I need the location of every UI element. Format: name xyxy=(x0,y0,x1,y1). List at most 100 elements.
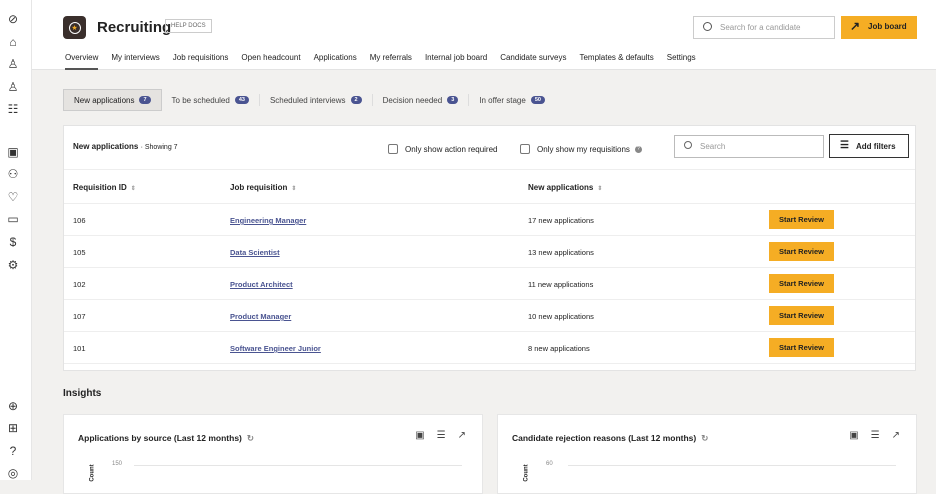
expand-icon[interactable]: ↗ xyxy=(458,430,466,441)
filter-icon[interactable]: ☰ xyxy=(871,430,880,441)
tab-my-referrals[interactable]: My referrals xyxy=(370,53,412,70)
job-requisition-link[interactable]: Software Engineer Junior xyxy=(230,344,321,353)
requisition-id: 107 xyxy=(73,312,86,321)
globe-icon[interactable]: ⊕ xyxy=(6,399,20,413)
sort-icon[interactable]: ⇕ xyxy=(131,186,136,192)
page-title: Recruiting xyxy=(97,19,171,36)
only-my-requisitions-checkbox[interactable]: Only show my requisitions? xyxy=(520,144,642,154)
help-icon[interactable]: ? xyxy=(6,444,20,458)
laptop-icon[interactable]: ▭ xyxy=(6,212,20,226)
dollar-icon[interactable]: $ xyxy=(6,235,20,249)
add-person-icon[interactable]: ♙ xyxy=(6,57,20,71)
table-row: 101 Software Engineer Junior 8 new appli… xyxy=(64,332,915,364)
refresh-icon[interactable]: ↻ xyxy=(247,433,254,443)
help-icon[interactable]: ? xyxy=(635,146,642,153)
calendar-icon[interactable]: ▣ xyxy=(415,430,424,441)
start-review-button[interactable]: Start Review xyxy=(769,338,834,357)
tab-overview[interactable]: Overview xyxy=(65,53,98,70)
sidebar: ⊘ ⌂ ♙ ♙ ☷ ▣ ⚇ ♡ ▭ $ ⚙ ⊕ ⊞ ? ◎ xyxy=(0,0,32,480)
check-circle-icon[interactable]: ⊘ xyxy=(6,12,20,26)
add-filters-button[interactable]: ☰Add filters xyxy=(829,134,909,158)
sort-icon[interactable]: ⇕ xyxy=(597,186,602,192)
new-applications-count: 10 new applications xyxy=(528,312,594,321)
stage-new-applications[interactable]: New applications 7 xyxy=(63,89,162,111)
job-board-label: Job board xyxy=(868,22,907,31)
count-badge: 50 xyxy=(531,96,545,104)
job-requisition-link[interactable]: Engineering Manager xyxy=(230,216,306,225)
search-icon xyxy=(684,141,692,149)
tab-internal-job-board[interactable]: Internal job board xyxy=(425,53,487,70)
table-header: Requisition ID⇕ Job requisition⇕ New app… xyxy=(64,169,915,204)
column-job-requisition[interactable]: Job requisition⇕ xyxy=(230,183,296,192)
refresh-icon[interactable]: ↻ xyxy=(701,433,708,443)
support-icon[interactable]: ◎ xyxy=(6,466,20,480)
job-board-button[interactable]: ↗ Job board xyxy=(841,16,917,39)
tab-settings[interactable]: Settings xyxy=(667,53,696,70)
start-review-button[interactable]: Start Review xyxy=(769,274,834,293)
home-icon[interactable]: ⌂ xyxy=(6,35,20,49)
sort-icon[interactable]: ⇕ xyxy=(291,186,296,192)
tab-job-requisitions[interactable]: Job requisitions xyxy=(173,53,229,70)
chart-tools: ▣ ☰ ↗ xyxy=(415,430,466,441)
start-review-button[interactable]: Start Review xyxy=(769,242,834,261)
stage-scheduled-interviews[interactable]: Scheduled interviews 2 xyxy=(260,94,373,106)
stage-decision-needed[interactable]: Decision needed3 xyxy=(373,94,470,106)
only-action-required-checkbox[interactable]: Only show action required xyxy=(388,144,498,154)
candidate-search-input[interactable]: Search for a candidate xyxy=(693,16,835,39)
tab-templates-defaults[interactable]: Templates & defaults xyxy=(579,53,653,70)
gridline xyxy=(568,465,896,466)
checkbox-box[interactable] xyxy=(388,144,398,154)
stage-label: New applications xyxy=(74,96,134,105)
column-requisition-id[interactable]: Requisition ID⇕ xyxy=(73,183,136,192)
stage-to-be-scheduled[interactable]: To be scheduled43 xyxy=(162,94,260,106)
stage-label: Scheduled interviews xyxy=(270,96,346,105)
arrow-up-right-icon: ↗ xyxy=(850,19,860,33)
calendar-icon[interactable]: ▣ xyxy=(849,430,858,441)
y-tick: 150 xyxy=(112,461,122,467)
tab-applications[interactable]: Applications xyxy=(314,53,357,70)
tab-candidate-surveys[interactable]: Candidate surveys xyxy=(500,53,566,70)
heart-icon[interactable]: ♡ xyxy=(6,190,20,204)
job-requisition-link[interactable]: Product Manager xyxy=(230,312,291,321)
start-review-button[interactable]: Start Review xyxy=(769,306,834,325)
checkbox-box[interactable] xyxy=(520,144,530,154)
apps-icon[interactable]: ⊞ xyxy=(6,421,20,435)
expand-icon[interactable]: ↗ xyxy=(892,430,900,441)
y-axis-label: Count xyxy=(524,464,530,481)
job-requisition-link[interactable]: Product Architect xyxy=(230,280,293,289)
table-search-input[interactable]: Search xyxy=(674,135,824,158)
chart-title: Candidate rejection reasons (Last 12 mon… xyxy=(512,433,708,444)
column-label: New applications xyxy=(528,183,593,192)
chart-title-text: Applications by source (Last 12 months) xyxy=(78,433,242,443)
count-badge: 2 xyxy=(351,96,362,104)
org-chart-icon[interactable]: ☷ xyxy=(6,102,20,116)
search-placeholder: Search xyxy=(700,142,725,151)
start-review-button[interactable]: Start Review xyxy=(769,210,834,229)
new-applications-card: New applications · Showing 7 Only show a… xyxy=(63,125,916,371)
stage-label: Decision needed xyxy=(383,96,443,105)
requisition-id: 101 xyxy=(73,344,86,353)
new-applications-count: 8 new applications xyxy=(528,344,590,353)
count-badge: 7 xyxy=(139,96,150,104)
requisition-id: 106 xyxy=(73,216,86,225)
tab-open-headcount[interactable]: Open headcount xyxy=(241,53,300,70)
chart-title: Applications by source (Last 12 months) ↻ xyxy=(78,433,254,444)
gear-icon[interactable]: ⚙ xyxy=(6,258,20,272)
people-icon[interactable]: ⚇ xyxy=(6,167,20,181)
briefcase-icon[interactable]: ▣ xyxy=(6,145,20,159)
job-requisition-link[interactable]: Data Scientist xyxy=(230,248,280,257)
tab-my-interviews[interactable]: My interviews xyxy=(111,53,159,70)
card-title: New applications · Showing 7 xyxy=(73,142,178,151)
filter-icon[interactable]: ☰ xyxy=(437,430,446,441)
stage-in-offer[interactable]: In offer stage50 xyxy=(469,94,555,106)
gridline xyxy=(134,465,462,466)
table-row: 106 Engineering Manager 17 new applicati… xyxy=(64,204,915,236)
chart-tools: ▣ ☰ ↗ xyxy=(849,430,900,441)
remove-person-icon[interactable]: ♙ xyxy=(6,80,20,94)
column-new-applications[interactable]: New applications ⇕ xyxy=(528,183,602,192)
table-row: 105 Data Scientist 13 new applications S… xyxy=(64,236,915,268)
y-tick: 60 xyxy=(546,461,553,467)
card-title-text: New applications xyxy=(73,142,138,151)
help-docs-link[interactable]: HELP DOCS xyxy=(165,19,212,33)
chart-title-text: Candidate rejection reasons (Last 12 mon… xyxy=(512,433,696,443)
